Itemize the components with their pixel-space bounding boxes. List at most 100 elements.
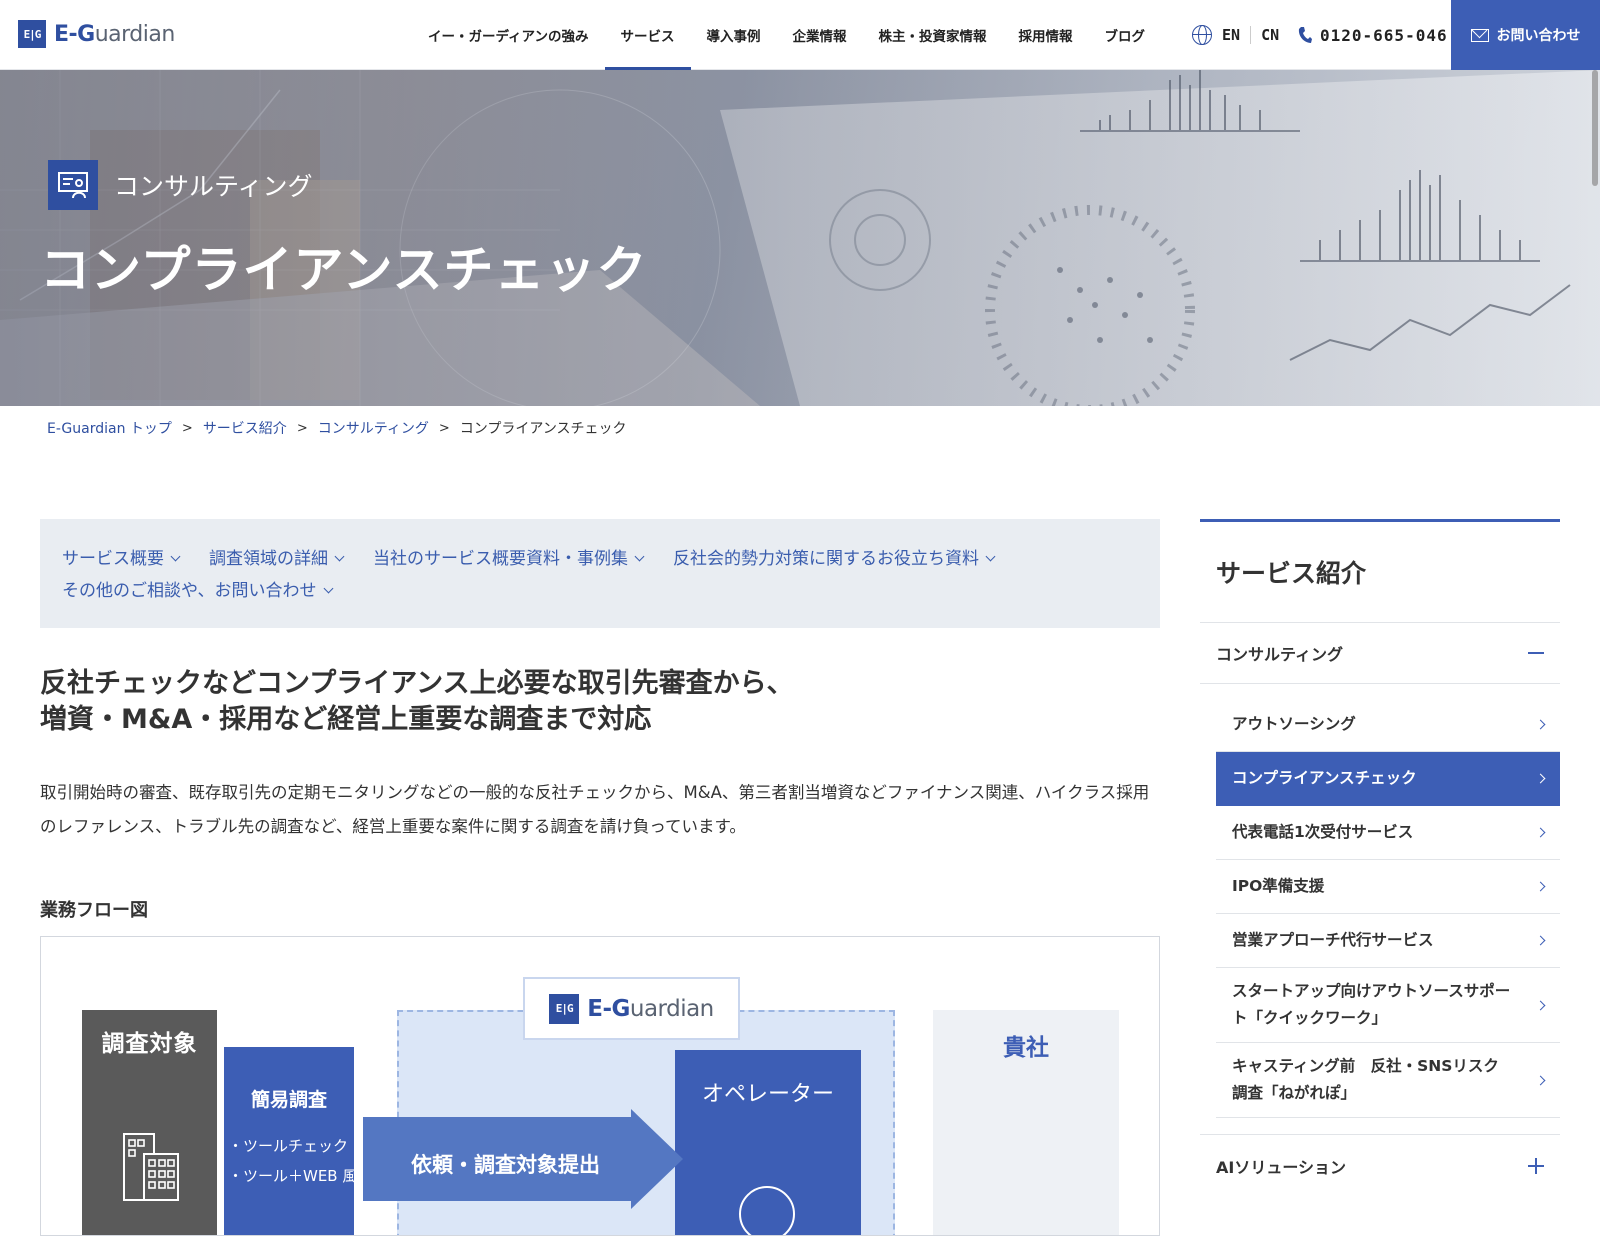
flow-simple-investigation: 簡易調査 ・ツールチェック ・ツール＋WEB 風評 [224, 1047, 372, 1235]
contact-button-label: お問い合わせ [1496, 28, 1581, 44]
sidebar-item-label: スタートアップ向けアウトソースサポート「クイックワーク」 [1232, 982, 1511, 1027]
sidebar-category-label: AIソリューション [1216, 1157, 1347, 1177]
flow-operator: オペレーター [675, 1050, 861, 1235]
lang-en-link[interactable]: EN [1222, 26, 1240, 44]
chevron-right-icon [1535, 1075, 1546, 1085]
nav-item-case-studies[interactable]: 導入事例 [691, 0, 777, 70]
sidebar-item-ipo-support[interactable]: IPO準備支援 [1216, 860, 1560, 914]
breadcrumb-separator: > [181, 420, 193, 436]
nav-item-recruit[interactable]: 採用情報 [1003, 0, 1089, 70]
page-title: コンプライアンスチェック [40, 241, 648, 299]
flow-target-label: 調査対象 [101, 1031, 198, 1057]
contact-button[interactable]: お問い合わせ [1451, 0, 1600, 70]
building-icon [123, 1133, 179, 1201]
operator-icon [739, 1186, 795, 1235]
sidebar-item-negarepo[interactable]: キャスティング前 反社・SNSリスク調査「ねがれぽ」 [1216, 1043, 1560, 1118]
lead-line-1: 反社チェックなどコンプライアンス上必要な取引先審査から、 [40, 668, 794, 699]
chevron-down-icon [634, 551, 645, 562]
nav-item-blog[interactable]: ブログ [1089, 0, 1162, 70]
chevron-right-icon [1535, 1000, 1546, 1010]
phone-icon [1298, 26, 1312, 44]
chevron-right-icon [1535, 773, 1546, 784]
sidebar-item-label: 営業アプローチ代行サービス [1232, 931, 1434, 949]
flow-client-label: 貴社 [1003, 1035, 1049, 1061]
flow-logo-text: E-Guardian [587, 995, 714, 1022]
phone-number: 0120-665-046 [1320, 25, 1448, 45]
mail-icon [1470, 28, 1489, 42]
breadcrumb-consulting[interactable]: コンサルティング [318, 418, 429, 438]
anchor-contact[interactable]: その他のご相談や、お問い合わせ [62, 575, 333, 607]
sidebar-item-label: IPO準備支援 [1232, 877, 1325, 895]
anchor-useful-docs[interactable]: 反社会的勢力対策に関するお役立ち資料 [673, 543, 996, 575]
language-switcher: EN CN [1192, 0, 1279, 70]
chevron-right-icon [1535, 881, 1546, 892]
hero-banner: コンサルティング コンプライアンスチェック [0, 70, 1600, 406]
sidebar-item-label: コンプライアンスチェック [1232, 769, 1417, 787]
globe-icon [1192, 25, 1212, 45]
breadcrumb-separator: > [296, 420, 308, 436]
chevron-down-icon [170, 551, 181, 562]
sidebar-item-label: アウトソーシング [1232, 715, 1356, 733]
sidebar-item-label: キャスティング前 反社・SNSリスク調査「ねがれぽ」 [1232, 1057, 1499, 1102]
page-anchor-nav: サービス概要 調査領域の詳細 当社のサービス概要資料・事例集 反社会的勢力対策に… [40, 519, 1160, 628]
expand-icon[interactable] [1528, 1157, 1544, 1174]
chevron-down-icon [334, 551, 345, 562]
chevron-down-icon [323, 583, 333, 594]
logo-text: E-Guardian [54, 21, 175, 47]
flow-simple-label: 簡易調査 [250, 1089, 327, 1111]
site-header: E|G E-Guardian イー・ガーディアンの強み サービス 導入事例 企業… [0, 0, 1600, 70]
lang-cn-link[interactable]: CN [1261, 26, 1279, 44]
flow-eguardian-logo: E|G E-Guardian [523, 977, 740, 1040]
hero-category: コンサルティング [48, 160, 313, 210]
breadcrumb-current: コンプライアンスチェック [459, 421, 627, 437]
logo-mark-icon: E|G [549, 993, 580, 1024]
anchor-investigation-details[interactable]: 調査領域の詳細 [209, 543, 345, 575]
sidebar-item-phone-reception[interactable]: 代表電話1次受付サービス [1216, 806, 1560, 860]
flow-diagram-title: 業務フロー図 [40, 900, 148, 921]
sidebar-category-consulting[interactable]: コンサルティング [1200, 623, 1560, 684]
nav-item-investors[interactable]: 株主・投資家情報 [863, 0, 1003, 70]
breadcrumb-services[interactable]: サービス紹介 [203, 418, 287, 438]
sidebar-category-label: コンサルティング [1216, 645, 1344, 664]
site-logo[interactable]: E|G E-Guardian [18, 20, 175, 48]
sidebar-item-outsourcing[interactable]: アウトソーシング [1216, 698, 1560, 752]
flow-client: 貴社 [933, 1010, 1119, 1235]
sidebar-category-ai-solution[interactable]: AIソリューション [1200, 1134, 1560, 1196]
nav-item-services[interactable]: サービス [604, 0, 691, 70]
sidebar-title: サービス紹介 [1200, 522, 1560, 623]
breadcrumb-separator: > [438, 420, 450, 436]
service-description: 取引開始時の審査、既存取引先の定期モニタリングなどの一般的な反社チェックから、M… [40, 783, 1150, 836]
flow-arrow-label: 依頼・調査対象提出 [411, 1153, 600, 1177]
chevron-right-icon [1535, 827, 1546, 838]
global-nav: イー・ガーディアンの強み サービス 導入事例 企業情報 株主・投資家情報 採用情… [412, 0, 1161, 70]
sidebar-item-quickwork[interactable]: スタートアップ向けアウトソースサポート「クイックワーク」 [1216, 968, 1560, 1043]
flow-investigation-target: 調査対象 [82, 1010, 217, 1235]
lead-heading: 反社チェックなどコンプライアンス上必要な取引先審査から、 増資・M&A・採用など… [40, 666, 1140, 738]
breadcrumb: E-Guardian トップ > サービス紹介 > コンサルティング > コンプ… [47, 418, 627, 438]
anchor-materials[interactable]: 当社のサービス概要資料・事例集 [373, 543, 645, 575]
breadcrumb-home[interactable]: E-Guardian トップ [47, 418, 172, 438]
sidebar-item-label: 代表電話1次受付サービス [1232, 823, 1414, 841]
chevron-right-icon [1535, 935, 1546, 946]
scrollbar-thumb[interactable] [1592, 70, 1598, 186]
lang-divider [1250, 26, 1252, 44]
flow-diagram: 調査対象 簡易調査 ・ツールチェック ・ツール＋WEB 風評 E|G E-Gua… [40, 936, 1160, 1236]
sidebar-submenu: アウトソーシング コンプライアンスチェック 代表電話1次受付サービス IPO準備… [1200, 684, 1560, 1134]
hero-category-label: コンサルティング [114, 172, 313, 201]
chevron-right-icon [1535, 719, 1546, 730]
nav-item-strengths[interactable]: イー・ガーディアンの強み [412, 0, 605, 70]
logo-mark-icon: E|G [18, 20, 46, 48]
flow-operator-label: オペレーター [701, 1082, 834, 1107]
sidebar-item-sales-approach[interactable]: 営業アプローチ代行サービス [1216, 914, 1560, 968]
flow-simple-item: ・ツール＋WEB 風評 [228, 1167, 373, 1185]
collapse-icon[interactable] [1528, 652, 1544, 654]
chevron-down-icon [985, 551, 996, 562]
lead-line-2: 増資・M&A・採用など経営上重要な調査まで対応 [40, 704, 652, 735]
service-sidebar: サービス紹介 コンサルティング アウトソーシング コンプライアンスチェック 代表… [1200, 519, 1560, 1196]
flow-simple-item: ・ツールチェック [228, 1137, 349, 1155]
sidebar-item-compliance-check[interactable]: コンプライアンスチェック [1216, 752, 1560, 806]
anchor-service-overview[interactable]: サービス概要 [62, 543, 181, 575]
consulting-icon [48, 160, 98, 210]
nav-item-company[interactable]: 企業情報 [777, 0, 863, 70]
phone-contact[interactable]: 0120-665-046 [1298, 0, 1448, 70]
